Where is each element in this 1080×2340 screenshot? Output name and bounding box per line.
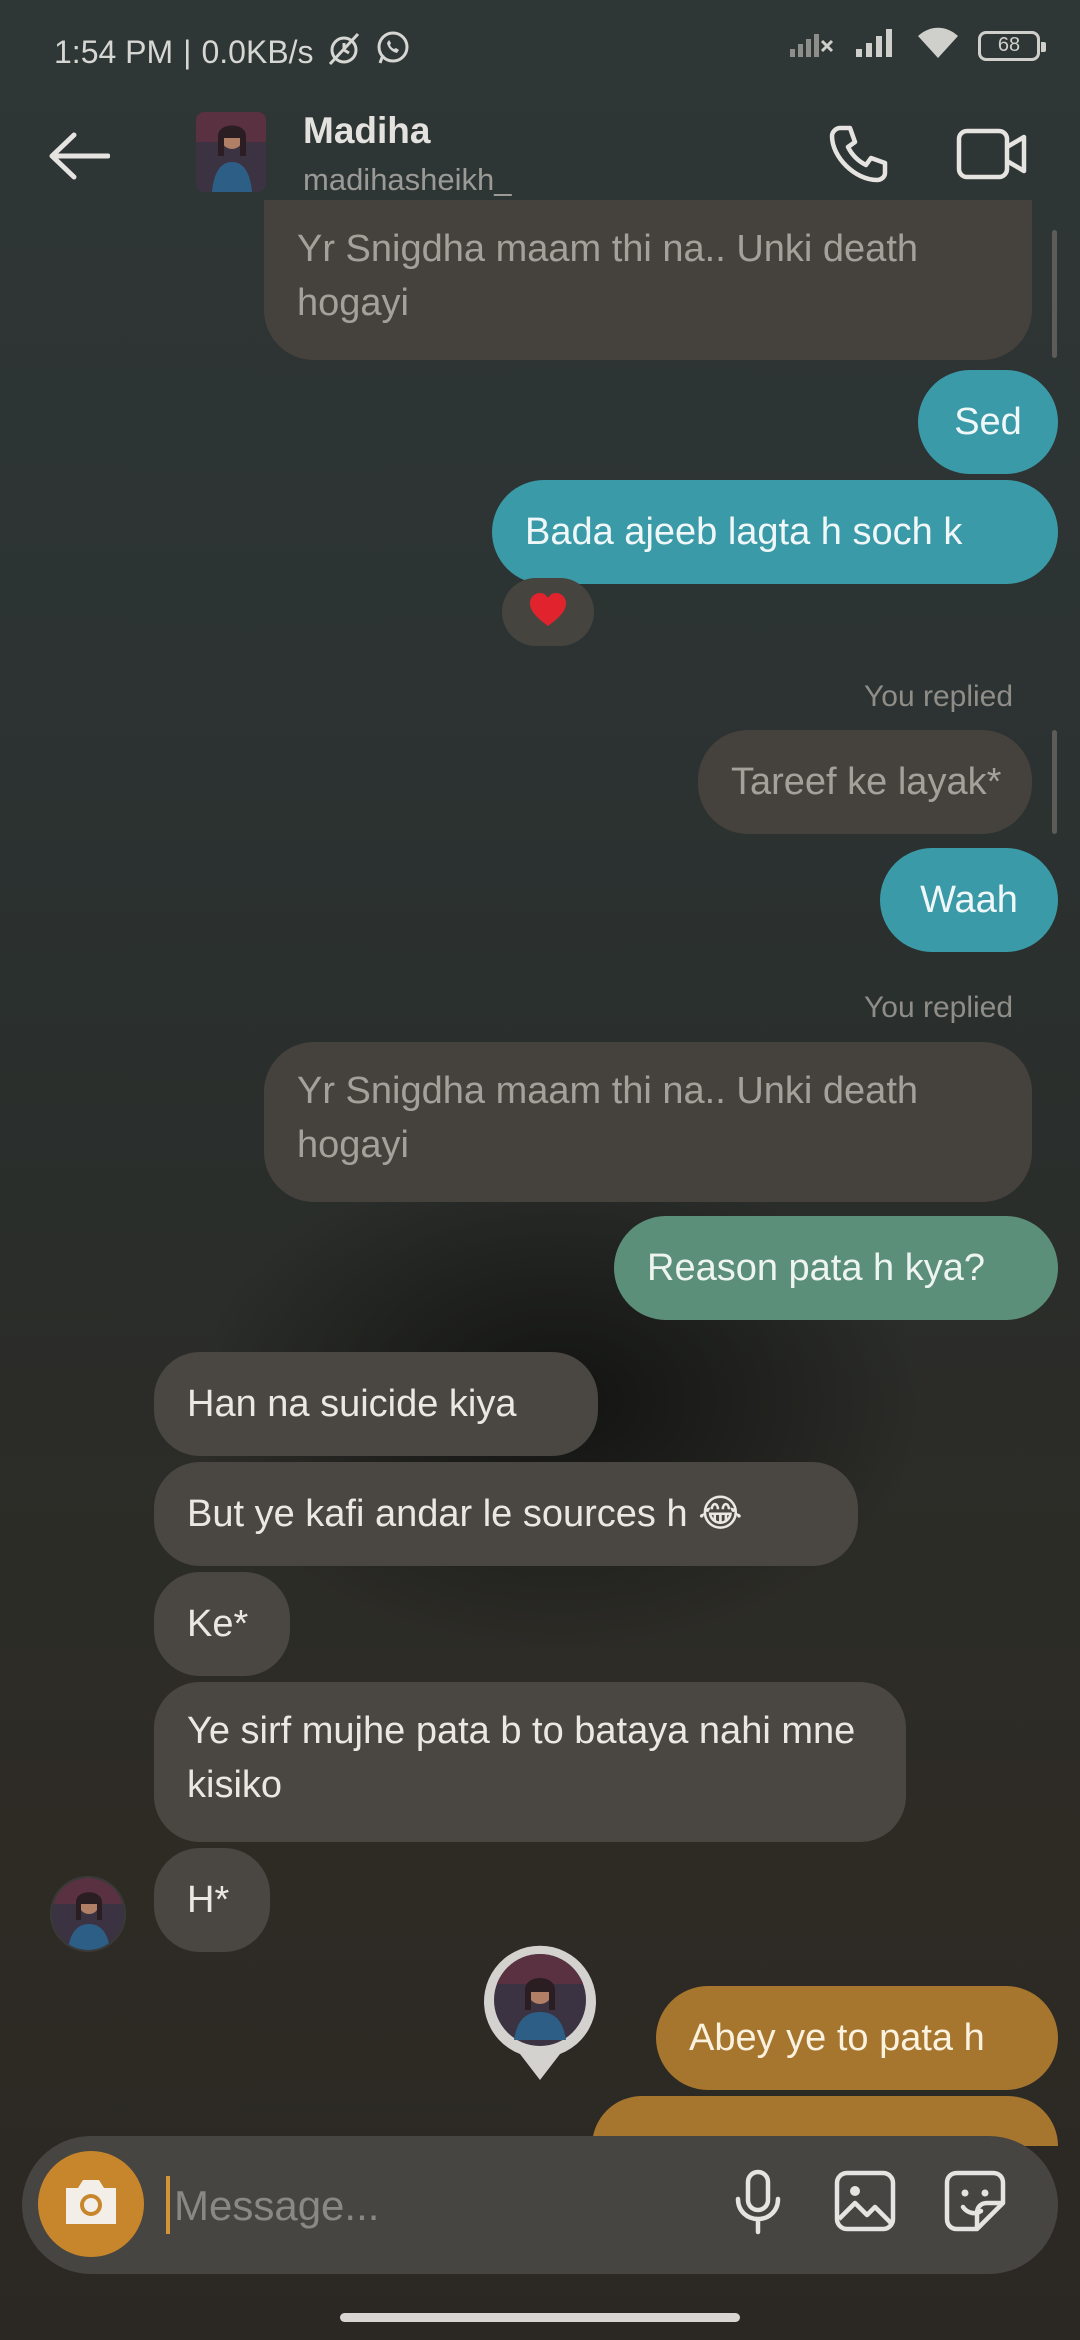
message-text: H* [187, 1879, 230, 1921]
text-cursor [166, 2176, 170, 2234]
contact-username[interactable]: madihasheikh_ [303, 162, 512, 198]
gallery-icon [833, 2169, 897, 2238]
home-indicator [340, 2313, 740, 2322]
back-button[interactable] [38, 118, 118, 198]
network-speed: 0.0KB/s [201, 33, 314, 70]
signal-icon [852, 27, 898, 64]
contact-name[interactable]: Madiha [303, 110, 430, 152]
sticker-button[interactable] [940, 2168, 1010, 2238]
replied-message[interactable]: Tareef ke layak* [698, 730, 1032, 834]
message-input[interactable] [172, 2170, 696, 2242]
message-text: Han na suicide kiya [187, 1383, 517, 1425]
replied-text: Yr Snigdha maam thi na.. Unki death hoga… [297, 1070, 919, 1166]
status-left: 1:54 PM | 0.0KB/s [54, 28, 412, 76]
wifi-icon [916, 26, 960, 65]
received-message[interactable]: H* [154, 1848, 270, 1952]
phone-icon [826, 122, 890, 191]
voice-call-button[interactable] [818, 116, 898, 196]
message-text: Waah [920, 879, 1018, 921]
heart-reaction-icon [528, 592, 568, 633]
whatsapp-icon [374, 29, 412, 75]
gallery-button[interactable] [830, 2168, 900, 2238]
battery-level: 68 [997, 34, 1021, 56]
message-text: Ye sirf mujhe pata b to bataya nahi mne … [187, 1710, 856, 1806]
signal-off-icon [788, 27, 834, 64]
reply-indicator-bar [1052, 230, 1057, 358]
message-text: Abey ye to pata h [689, 2017, 985, 2059]
microphone-icon [733, 2169, 783, 2240]
video-camera-icon [956, 126, 1028, 187]
you-replied-label: You replied [864, 991, 1014, 1024]
message-text: But ye kafi andar le sources h 😂 [187, 1493, 743, 1535]
sent-message[interactable]: Bada ajeeb lagta h soch k [492, 480, 1058, 584]
camera-icon [60, 2176, 122, 2233]
seen-indicator-avatar [482, 1944, 598, 2082]
sticker-icon [943, 2169, 1007, 2238]
replied-text: Yr Snigdha maam thi na.. Unki death hoga… [297, 228, 919, 324]
status-bar: 1:54 PM | 0.0KB/s 68 [0, 0, 1080, 96]
sent-message[interactable]: Reason pata h kya? [614, 1216, 1058, 1320]
voice-message-button[interactable] [726, 2166, 790, 2242]
you-replied-label: You replied [864, 680, 1014, 713]
received-message[interactable]: Ye sirf mujhe pata b to bataya nahi mne … [154, 1682, 906, 1842]
message-text: Reason pata h kya? [647, 1247, 986, 1289]
alarm-off-icon [324, 28, 364, 76]
received-message[interactable]: Ke* [154, 1572, 290, 1676]
replied-message[interactable]: Yr Snigdha maam thi na.. Unki death hoga… [264, 1042, 1032, 1202]
camera-button[interactable] [38, 2151, 144, 2257]
reaction-badge[interactable] [502, 578, 594, 646]
received-message[interactable]: But ye kafi andar le sources h 😂 [154, 1462, 858, 1566]
back-arrow-icon [46, 131, 111, 186]
received-message[interactable]: Han na suicide kiya [154, 1352, 598, 1456]
battery-icon: 68 [978, 30, 1046, 61]
replied-text: Tareef ke layak* [731, 761, 1002, 803]
replied-message[interactable]: Yr Snigdha maam thi na.. Unki death hoga… [264, 200, 1032, 360]
contact-avatar[interactable] [196, 112, 266, 192]
message-text: Bada ajeeb lagta h soch k [525, 511, 963, 553]
sender-avatar[interactable] [50, 1876, 126, 1952]
reply-indicator-bar [1052, 730, 1057, 834]
status-right: 68 [788, 26, 1046, 65]
status-separator: | [183, 33, 192, 70]
video-call-button[interactable] [950, 116, 1034, 196]
sent-message[interactable]: Sed [918, 370, 1058, 474]
sent-message[interactable]: Waah [880, 848, 1058, 952]
status-time: 1:54 PM [54, 33, 174, 70]
sent-message[interactable]: Abey ye to pata h [656, 1986, 1058, 2090]
message-text: Sed [954, 401, 1022, 443]
message-text: Ke* [187, 1603, 249, 1645]
